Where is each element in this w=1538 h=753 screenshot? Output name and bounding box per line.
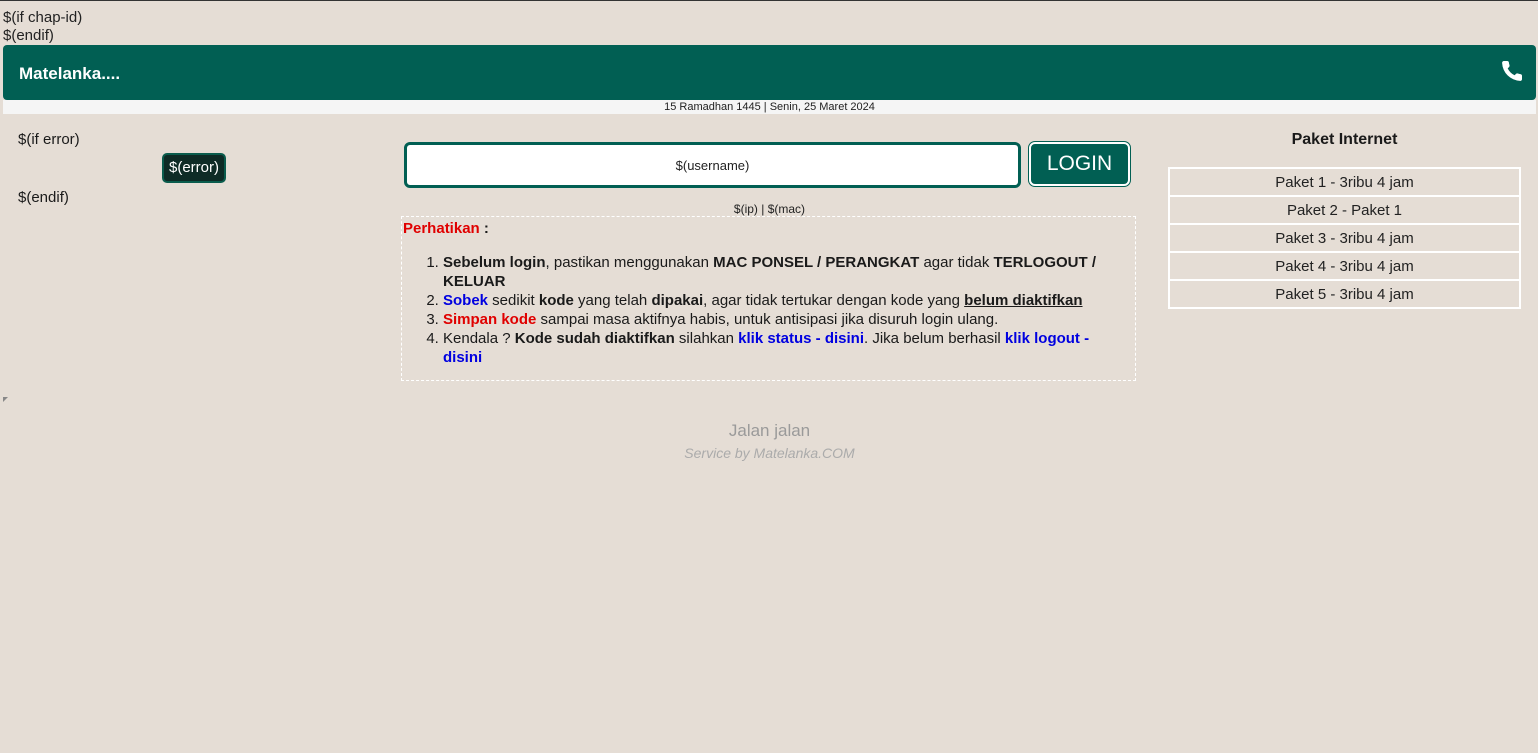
notice-text: , agar tidak tertukar dengan kode yang (703, 292, 965, 309)
notice-text: Kendala ? (443, 330, 515, 347)
brand-title: Matelanka.... (19, 64, 121, 83)
error-badge: $(error) (162, 153, 226, 183)
notice-text: yang telah (573, 292, 652, 309)
date-separator: | (760, 101, 770, 113)
top-border (0, 0, 1538, 1)
notice-text: . Jika belum berhasil (864, 330, 1005, 347)
notice-text: agar tidak (919, 254, 994, 271)
notice-list: Sebelum login, pastikan menggunakan MAC … (402, 253, 1132, 367)
table-row: Paket 2 - Paket 1 (1168, 195, 1521, 225)
notice-text: dipakai (651, 292, 704, 309)
notice-title-label: Perhatikan (403, 220, 480, 237)
notice-box: Perhatikan : Sebelum login, pastikan men… (401, 216, 1136, 381)
if-error-text: $(if error) (18, 131, 80, 148)
paket-item[interactable]: Paket 5 - 3ribu 4 jam (1168, 279, 1521, 309)
notice-text: silahkan (674, 330, 739, 347)
header-bar: Matelanka.... (3, 45, 1536, 100)
paket-item[interactable]: Paket 3 - 3ribu 4 jam (1168, 223, 1521, 253)
notice-text: , pastikan menggunakan (545, 254, 714, 271)
notice-item-2: Sobek sedikit kode yang telah dipakai, a… (443, 291, 1132, 310)
notice-item-3: Simpan kode sampai masa aktifnya habis, … (443, 310, 1132, 329)
ip-mac-text: $(ip) | $(mac) (733, 202, 806, 216)
table-row: Paket 4 - 3ribu 4 jam (1168, 251, 1521, 281)
paket-title: Paket Internet (1291, 131, 1398, 148)
paket-table: Paket 1 - 3ribu 4 jam Paket 2 - Paket 1 … (1168, 167, 1521, 309)
login-button[interactable]: LOGIN (1029, 142, 1130, 186)
username-input[interactable] (404, 142, 1021, 188)
paket-item[interactable]: Paket 1 - 3ribu 4 jam (1168, 167, 1521, 197)
gregorian-date: Senin, 25 Maret 2024 (769, 101, 875, 113)
endif-error-text: $(endif) (18, 189, 69, 206)
if-chap-text: $(if chap-id) (3, 9, 83, 26)
paket-item[interactable]: Paket 4 - 3ribu 4 jam (1168, 251, 1521, 281)
chap-template-lines: $(if chap-id) $(endif) (3, 9, 82, 45)
paket-panel: Paket Internet Paket 1 - 3ribu 4 jam Pak… (1168, 131, 1521, 309)
notice-text: MAC PONSEL / PERANGKAT (713, 254, 920, 271)
endif-text: $(endif) (3, 27, 54, 44)
notice-text: Sebelum login (443, 254, 546, 271)
hijri-date: 15 Ramadhan 1445 (664, 101, 761, 113)
notice-text: Kode sudah diaktifkan (514, 330, 675, 347)
notice-title: Perhatikan : (403, 220, 489, 237)
notice-item-1: Sebelum login, pastikan menggunakan MAC … (443, 253, 1132, 291)
footer-title: Jalan jalan (728, 421, 811, 440)
footer-credit: Service by Matelanka.COM (684, 445, 855, 461)
paket-item[interactable]: Paket 2 - Paket 1 (1168, 195, 1521, 225)
notice-item-4: Kendala ? Kode sudah diaktifkan silahkan… (443, 329, 1132, 367)
phone-icon-svg (1502, 60, 1523, 81)
notice-text: sampai masa aktifnya habis, untuk antisi… (536, 311, 999, 328)
notice-text: kode (538, 292, 574, 309)
phone-icon[interactable] (1500, 59, 1524, 83)
notice-text: sedikit (488, 292, 539, 309)
status-link[interactable]: klik status - disini (738, 330, 864, 347)
broken-image-icon (3, 397, 8, 402)
notice-title-colon: : (479, 220, 489, 237)
notice-text: Simpan kode (443, 311, 537, 328)
table-row: Paket 1 - 3ribu 4 jam (1168, 167, 1521, 197)
table-row: Paket 3 - 3ribu 4 jam (1168, 223, 1521, 253)
notice-text: belum diaktifkan (964, 292, 1083, 309)
notice-text: Sobek (443, 292, 489, 309)
table-row: Paket 5 - 3ribu 4 jam (1168, 279, 1521, 309)
date-bar: 15 Ramadhan 1445 | Senin, 25 Maret 2024 (3, 100, 1536, 114)
